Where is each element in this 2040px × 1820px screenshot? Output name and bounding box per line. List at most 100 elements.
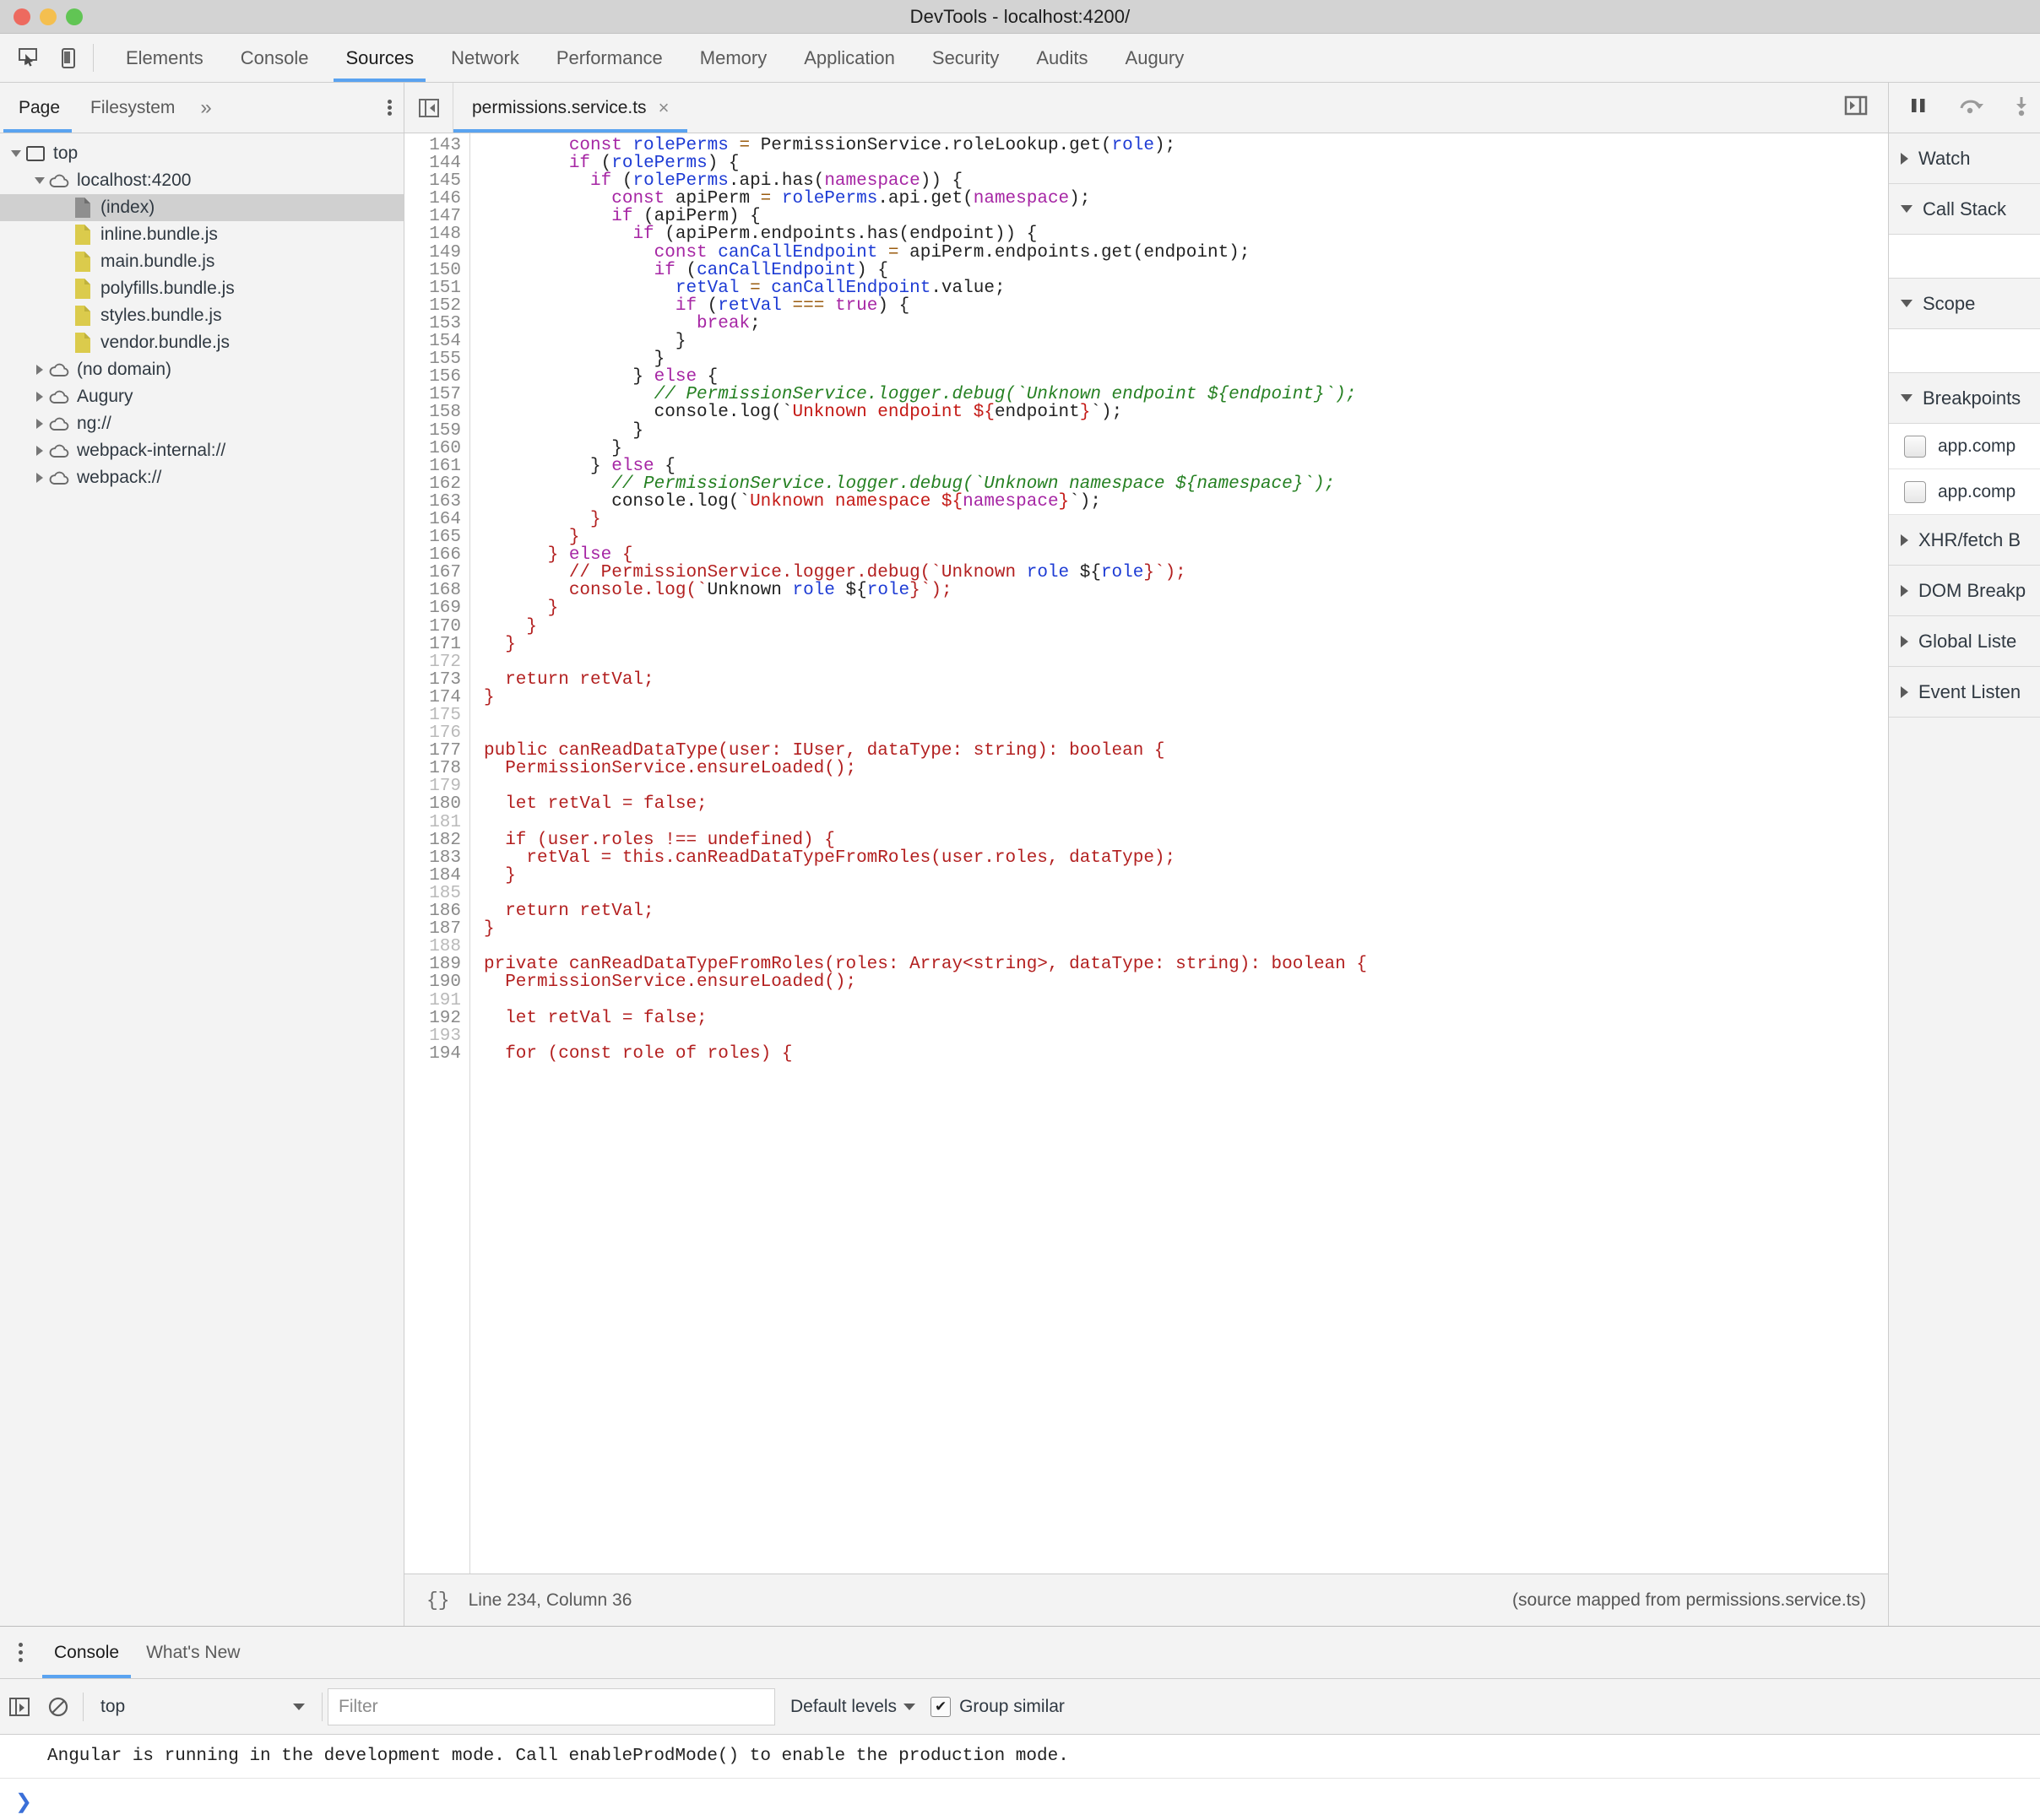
tree-item-no-domain[interactable]: (no domain) <box>0 356 404 383</box>
code-editor[interactable]: 1431441451461471481491501511521531541551… <box>404 133 1888 1574</box>
line-number[interactable]: 180 <box>404 795 461 813</box>
line-number[interactable]: 150 <box>404 262 461 279</box>
line-number[interactable]: 183 <box>404 849 461 867</box>
line-number[interactable]: 143 <box>404 137 461 154</box>
line-number[interactable]: 177 <box>404 742 461 760</box>
code-line[interactable]: } <box>484 689 1888 707</box>
tree-item-augury[interactable]: Augury <box>0 383 404 410</box>
code-line[interactable]: const rolePerms = PermissionService.role… <box>484 137 1888 154</box>
close-icon[interactable]: × <box>659 97 670 119</box>
code-line[interactable]: if (apiPerm) { <box>484 208 1888 225</box>
line-number[interactable]: 157 <box>404 386 461 404</box>
line-number[interactable]: 189 <box>404 956 461 973</box>
tree-item-main-bundle-js[interactable]: main.bundle.js <box>0 248 404 275</box>
line-number[interactable]: 148 <box>404 225 461 243</box>
tree-item-top[interactable]: top <box>0 140 404 167</box>
line-number[interactable]: 149 <box>404 244 461 262</box>
line-number[interactable]: 152 <box>404 297 461 315</box>
line-number[interactable]: 176 <box>404 724 461 742</box>
code-line[interactable]: } <box>484 920 1888 938</box>
code-line[interactable]: let retVal = false; <box>484 1010 1888 1027</box>
line-number[interactable]: 144 <box>404 154 461 172</box>
line-number[interactable]: 153 <box>404 315 461 333</box>
group-similar-checkbox[interactable]: ✔ <box>930 1697 951 1717</box>
inspect-element-icon[interactable] <box>15 46 41 71</box>
code-line[interactable]: } <box>484 422 1888 440</box>
navigator-more-options-icon[interactable] <box>388 83 392 133</box>
source-code[interactable]: const rolePerms = PermissionService.role… <box>470 133 1888 1574</box>
line-number[interactable]: 181 <box>404 814 461 831</box>
line-number[interactable]: 187 <box>404 920 461 938</box>
code-line[interactable]: if (apiPerm.endpoints.has(endpoint)) { <box>484 225 1888 243</box>
breakpoint-item[interactable]: app.comp <box>1889 424 2040 469</box>
code-line[interactable]: return retVal; <box>484 902 1888 920</box>
tree-item-vendor-bundle-js[interactable]: vendor.bundle.js <box>0 329 404 356</box>
line-number[interactable]: 191 <box>404 992 461 1010</box>
show-debugger-icon[interactable] <box>1844 94 1868 122</box>
console-context-select[interactable]: top <box>89 1697 317 1717</box>
tree-item-webpack-internal[interactable]: webpack-internal:// <box>0 437 404 464</box>
line-number[interactable]: 165 <box>404 528 461 546</box>
line-number[interactable]: 194 <box>404 1045 461 1063</box>
code-line[interactable]: break; <box>484 315 1888 333</box>
line-number[interactable]: 172 <box>404 653 461 671</box>
code-line[interactable]: } <box>484 867 1888 885</box>
tab-memory[interactable]: Memory <box>681 34 785 82</box>
code-line[interactable]: console.log(`Unknown role ${role}`); <box>484 582 1888 599</box>
line-number[interactable]: 146 <box>404 190 461 208</box>
code-line[interactable] <box>484 724 1888 742</box>
code-line[interactable]: } <box>484 599 1888 617</box>
hide-navigator-icon[interactable] <box>404 83 453 133</box>
tree-item-webpack[interactable]: webpack:// <box>0 464 404 491</box>
breakpoint-item[interactable]: app.comp <box>1889 469 2040 515</box>
line-number[interactable]: 168 <box>404 582 461 599</box>
line-number[interactable]: 178 <box>404 760 461 777</box>
code-line[interactable]: } <box>484 333 1888 350</box>
line-number[interactable]: 188 <box>404 938 461 956</box>
line-number[interactable]: 190 <box>404 973 461 991</box>
tab-elements[interactable]: Elements <box>107 34 222 82</box>
chevron-down-icon[interactable] <box>8 150 24 157</box>
code-line[interactable]: } <box>484 528 1888 546</box>
code-line[interactable]: } <box>484 636 1888 653</box>
tree-item-index[interactable]: (index) <box>0 194 404 221</box>
line-number[interactable]: 182 <box>404 831 461 849</box>
line-number[interactable]: 159 <box>404 422 461 440</box>
code-line[interactable]: if (canCallEndpoint) { <box>484 262 1888 279</box>
line-number[interactable]: 173 <box>404 671 461 689</box>
tab-sources[interactable]: Sources <box>327 34 432 82</box>
nav-tab-filesystem[interactable]: Filesystem <box>75 83 190 133</box>
tab-security[interactable]: Security <box>914 34 1017 82</box>
code-line[interactable]: for (const role of roles) { <box>484 1045 1888 1063</box>
line-number[interactable]: 163 <box>404 493 461 511</box>
line-number[interactable]: 156 <box>404 368 461 386</box>
debugger-section-event-listen[interactable]: Event Listen <box>1889 667 2040 718</box>
code-line[interactable]: } else { <box>484 458 1888 475</box>
chevron-right-icon[interactable] <box>32 392 47 402</box>
debugger-section-xhr-fetch-b[interactable]: XHR/fetch B <box>1889 515 2040 566</box>
debugger-section-watch[interactable]: Watch <box>1889 133 2040 184</box>
code-line[interactable] <box>484 707 1888 724</box>
file-tab-permissions-service[interactable]: permissions.service.ts × <box>453 83 687 133</box>
line-number[interactable]: 170 <box>404 618 461 636</box>
breakpoint-checkbox[interactable] <box>1904 481 1926 503</box>
console-levels-select[interactable]: Default levels <box>775 1697 930 1717</box>
line-number[interactable]: 185 <box>404 885 461 902</box>
breakpoint-checkbox[interactable] <box>1904 436 1926 458</box>
line-number[interactable]: 151 <box>404 279 461 297</box>
chevron-double-right-icon[interactable]: » <box>190 83 221 133</box>
code-line[interactable]: console.log(`Unknown namespace ${namespa… <box>484 493 1888 511</box>
line-number[interactable]: 192 <box>404 1010 461 1027</box>
debugger-section-scope[interactable]: Scope <box>1889 279 2040 329</box>
line-number[interactable]: 160 <box>404 440 461 458</box>
code-line[interactable] <box>484 885 1888 902</box>
drawer-tab-console[interactable]: Console <box>41 1627 133 1678</box>
code-line[interactable]: PermissionService.ensureLoaded(); <box>484 760 1888 777</box>
tree-item-localhost-4200[interactable]: localhost:4200 <box>0 167 404 194</box>
line-number[interactable]: 161 <box>404 458 461 475</box>
code-line[interactable]: let retVal = false; <box>484 795 1888 813</box>
step-into-icon[interactable] <box>2012 95 2031 121</box>
code-line[interactable]: const canCallEndpoint = apiPerm.endpoint… <box>484 244 1888 262</box>
tree-item-ng[interactable]: ng:// <box>0 410 404 437</box>
drawer-tab-whats-new[interactable]: What's New <box>133 1627 253 1678</box>
